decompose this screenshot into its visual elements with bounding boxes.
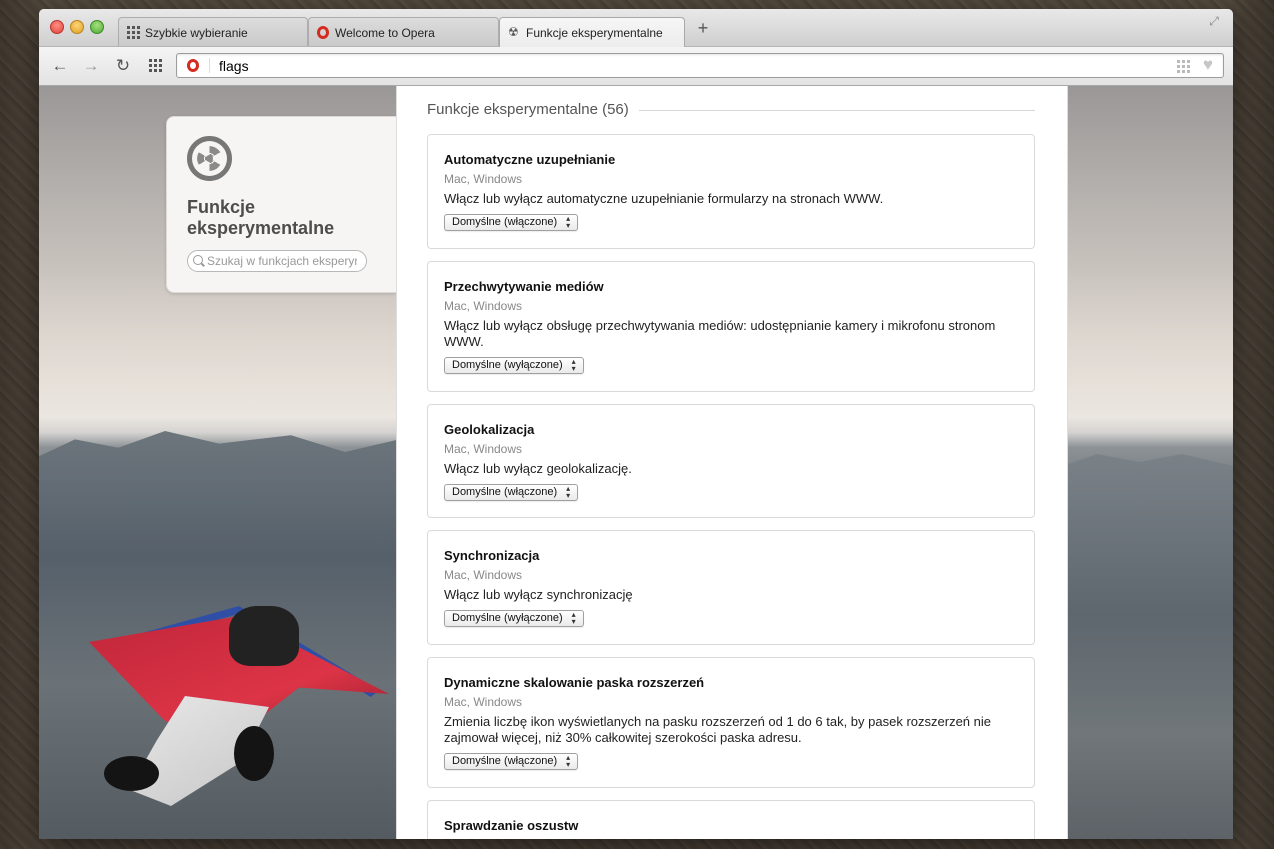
speed-dial-button[interactable] [149,59,162,72]
sidebar-title: Funkcje eksperymentalne [187,197,335,238]
select-arrows-icon: ▴ ▾ [566,484,571,500]
flags-search[interactable] [187,250,367,272]
flag-state-select[interactable]: Domyślne (włączone) ▴ ▾ [444,484,579,501]
flag-title: Dynamiczne skalowanie paska rozszerzeń [444,675,705,690]
radiation-icon-center [206,155,213,162]
flag-title: Automatyczne uzupełnianie [444,152,616,167]
zoom-window-button[interactable] [90,20,104,34]
forward-button[interactable]: → [81,56,101,76]
flag-card: Synchronizacja Mac, Windows Włącz lub wy… [427,530,1035,645]
reload-button[interactable]: ↻ [113,56,133,76]
flag-platforms: Mac, Windows [444,568,523,582]
tab-label: Welcome to Opera [335,26,435,40]
flag-title: Geolokalizacja [444,422,535,437]
flag-card: Dynamiczne skalowanie paska rozszerzeń M… [427,657,1035,788]
flag-state-value: Domyślne (włączone) [452,755,558,767]
flag-card: Sprawdzanie oszustw [427,800,1035,839]
flag-platforms: Mac, Windows [444,695,523,709]
sidebar-panel: Funkcje eksperymentalne [166,116,396,293]
back-button[interactable]: ← [50,56,70,76]
grid-icon [127,26,140,39]
flag-platforms: Mac, Windows [444,442,523,456]
new-tab-button[interactable]: + [695,19,711,37]
search-icon [193,255,203,265]
flag-description: Zmienia liczbę ikon wyświetlanych na pas… [444,714,991,745]
flag-description: Włącz lub wyłącz synchronizację [444,587,633,602]
flag-title: Synchronizacja [444,548,540,563]
tab-welcome-to-opera[interactable]: Welcome to Opera [308,17,499,46]
toolbar: ← → ↻ ♥ [39,47,1233,86]
heart-icon[interactable]: ♥ [1203,55,1213,75]
fullscreen-icon[interactable]: ⤢ [1207,14,1221,28]
tab-label: Funkcje eksperymentalne [526,26,663,40]
flag-state-select[interactable]: Domyślne (wyłączone) ▴ ▾ [444,610,584,627]
flags-list: Funkcje eksperymentalne (56) Automatyczn… [396,86,1068,839]
flag-state-value: Domyślne (wyłączone) [452,612,563,624]
tab-speed-dial[interactable]: Szybkie wybieranie [118,17,308,46]
flag-state-value: Domyślne (włączone) [452,216,558,228]
address-input[interactable] [219,56,1119,75]
select-arrows-icon: ▴ ▾ [571,610,576,626]
flag-state-value: Domyślne (wyłączone) [452,359,563,371]
speed-dial-add-icon[interactable] [1177,60,1190,73]
flag-card: Przechwytywanie mediów Mac, Windows Włąc… [427,261,1035,392]
radiation-icon: ☢ [508,25,519,39]
opera-icon [317,26,329,39]
background-wingsuit-flyer [69,606,399,806]
select-arrows-icon: ▴ ▾ [566,753,571,769]
tab-strip: Szybkie wybieranie Welcome to Opera ☢ Fu… [39,9,1233,47]
address-separator [209,58,210,73]
browser-window: Szybkie wybieranie Welcome to Opera ☢ Fu… [39,9,1233,839]
select-arrows-icon: ▴ ▾ [571,357,576,373]
background-mountain-right [1063,454,1233,839]
flag-state-value: Domyślne (włączone) [452,486,558,498]
flag-state-select[interactable]: Domyślne (wyłączone) ▴ ▾ [444,357,584,374]
page-title: Funkcje eksperymentalne (56) [427,101,639,118]
opera-icon [187,59,199,72]
flag-description: Włącz lub wyłącz automatyczne uzupełnian… [444,191,884,206]
flag-description: Włącz lub wyłącz obsługę przechwytywania… [444,318,996,349]
flag-title: Sprawdzanie oszustw [444,818,579,833]
flag-card: Automatyczne uzupełnianie Mac, Windows W… [427,134,1035,249]
select-arrows-icon: ▴ ▾ [566,214,571,230]
close-window-button[interactable] [50,20,64,34]
minimize-window-button[interactable] [70,20,84,34]
tab-label: Szybkie wybieranie [145,26,248,40]
flag-platforms: Mac, Windows [444,299,523,313]
flag-state-select[interactable]: Domyślne (włączone) ▴ ▾ [444,214,579,231]
flags-search-input[interactable] [207,253,357,269]
flag-platforms: Mac, Windows [444,172,523,186]
flag-state-select[interactable]: Domyślne (włączone) ▴ ▾ [444,753,579,770]
address-bar[interactable]: ♥ [176,53,1224,78]
flag-description: Włącz lub wyłącz geolokalizację. [444,461,632,476]
page-content: Funkcje eksperymentalne Funkcje eksperym… [39,86,1233,839]
tab-experimental-features[interactable]: ☢ Funkcje eksperymentalne [499,17,685,47]
flag-title: Przechwytywanie mediów [444,279,604,294]
flag-card: Geolokalizacja Mac, Windows Włącz lub wy… [427,404,1035,518]
